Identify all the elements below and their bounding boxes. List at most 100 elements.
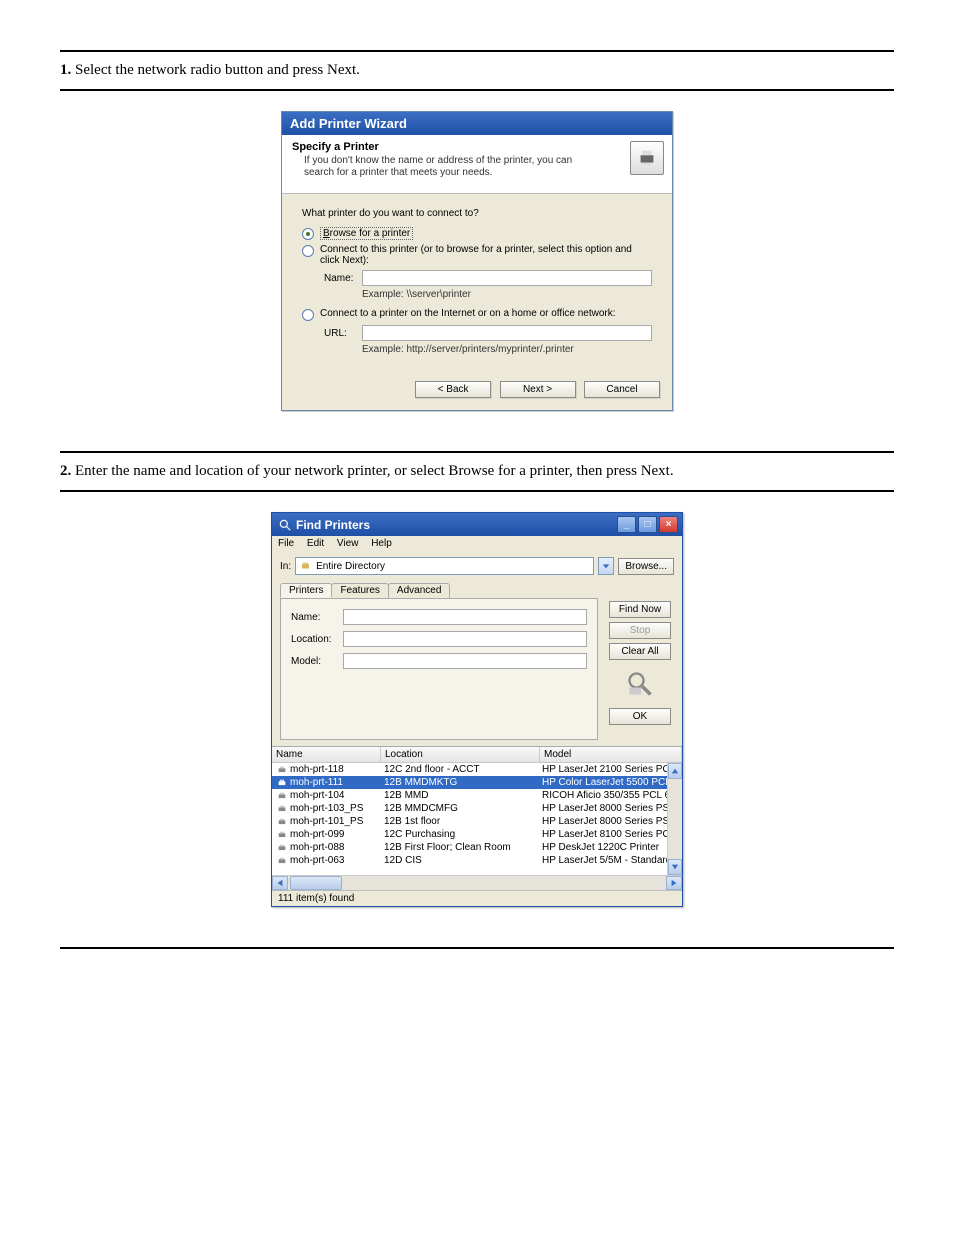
window-controls: _ □ ×: [617, 516, 678, 533]
wizard-titlebar: Add Printer Wizard: [282, 112, 672, 135]
form-location-label: Location:: [291, 634, 343, 645]
back-button[interactable]: < Back: [415, 381, 491, 398]
step-1: 1. Select the network radio button and p…: [60, 62, 894, 79]
list-header: Name Location Model: [272, 747, 682, 763]
col-location[interactable]: Location: [381, 747, 540, 762]
menu-edit[interactable]: Edit: [307, 538, 324, 549]
radio-browse-for-printer[interactable]: Browse for a printer: [302, 227, 652, 240]
divider-top: [60, 50, 894, 52]
menu-view[interactable]: View: [337, 538, 359, 549]
vertical-scrollbar[interactable]: [667, 763, 682, 875]
printer-icon: [276, 817, 288, 827]
cancel-button[interactable]: Cancel: [584, 381, 660, 398]
printer-icon: [276, 830, 288, 840]
list-item[interactable]: moh-prt-101_PS12B 1st floorHP LaserJet 8…: [272, 815, 682, 828]
divider-bottom: [60, 947, 894, 949]
printer-icon: [276, 765, 288, 775]
find-printers-screenshot: Find Printers _ □ × File Edit View Help …: [60, 512, 894, 907]
scroll-left-icon[interactable]: [272, 876, 288, 890]
list-item[interactable]: moh-prt-103_PS12B MMDCMFGHP LaserJet 800…: [272, 802, 682, 815]
printer-icon: [276, 791, 288, 801]
in-combobox-value: Entire Directory: [316, 561, 385, 572]
name-field-row: Name:: [324, 270, 652, 286]
find-now-button[interactable]: Find Now: [609, 601, 671, 618]
form-name-label: Name:: [291, 612, 343, 623]
horizontal-scrollbar[interactable]: [272, 875, 682, 890]
maximize-button[interactable]: □: [638, 516, 657, 533]
side-buttons: Find Now Stop Clear All OK: [606, 583, 674, 740]
printer-icon: [276, 843, 288, 853]
url-field-label: URL:: [324, 328, 362, 339]
tab-features[interactable]: Features: [331, 583, 388, 598]
menu-file[interactable]: File: [278, 538, 294, 549]
find-toolbar: In: Entire Directory Browse...: [272, 551, 682, 581]
wizard-body: What printer do you want to connect to? …: [282, 194, 672, 369]
scroll-thumb[interactable]: [290, 876, 342, 890]
form-name-input[interactable]: [343, 609, 587, 625]
in-combobox-arrow[interactable]: [598, 557, 614, 575]
menu-help[interactable]: Help: [371, 538, 392, 549]
form-model-label: Model:: [291, 656, 343, 667]
next-button[interactable]: Next >: [500, 381, 576, 398]
results-list: Name Location Model moh-prt-11812C 2nd f…: [272, 746, 682, 890]
browse-button[interactable]: Browse...: [618, 558, 674, 575]
radio-connect-by-url[interactable]: Connect to a printer on the Internet or …: [302, 308, 652, 321]
printer-icon: [276, 804, 288, 814]
radio-icon: [302, 309, 314, 321]
list-item[interactable]: moh-prt-06312D CISHP LaserJet 5/5M - Sta…: [272, 854, 682, 867]
directory-icon: [300, 560, 312, 572]
wizard-head-title: Specify a Printer: [292, 141, 662, 153]
list-item[interactable]: moh-prt-09912C PurchasingHP LaserJet 810…: [272, 828, 682, 841]
scroll-right-icon[interactable]: [666, 876, 682, 890]
form-model-input[interactable]: [343, 653, 587, 669]
divider-1: [60, 89, 894, 91]
radio-browse-label: Browse for a printer: [320, 227, 413, 240]
divider-3: [60, 490, 894, 492]
tabs-row: Printers Features Advanced: [280, 583, 598, 598]
wizard-button-row: < Back Next > Cancel: [282, 369, 672, 410]
list-item[interactable]: moh-prt-10412B MMDRICOH Aficio 350/355 P…: [272, 789, 682, 802]
list-item[interactable]: moh-prt-08812B First Floor; Clean RoomHP…: [272, 841, 682, 854]
step-2-num: 2.: [60, 463, 71, 479]
list-item[interactable]: moh-prt-11812C 2nd floor - ACCTHP LaserJ…: [272, 763, 682, 776]
find-title-text: Find Printers: [296, 518, 370, 532]
stop-button[interactable]: Stop: [609, 622, 671, 639]
radio-connect-by-name[interactable]: Connect to this printer (or to browse fo…: [302, 244, 652, 266]
tabs-area: Printers Features Advanced Name: Locatio…: [280, 583, 598, 740]
wizard-header: Specify a Printer If you don't know the …: [282, 135, 672, 194]
find-menubar: File Edit View Help: [272, 536, 682, 551]
radio-connect-url-label: Connect to a printer on the Internet or …: [320, 308, 616, 319]
status-bar: 111 item(s) found: [272, 890, 682, 906]
radio-connect-name-label: Connect to this printer (or to browse fo…: [320, 244, 652, 266]
radio-icon: [302, 245, 314, 257]
list-item[interactable]: moh-prt-11112B MMDMKTGHP Color LaserJet …: [272, 776, 682, 789]
wizard-head-subtitle: If you don't know the name or address of…: [304, 155, 604, 179]
form-location-input[interactable]: [343, 631, 587, 647]
tab-printers[interactable]: Printers: [280, 583, 332, 598]
minimize-button[interactable]: _: [617, 516, 636, 533]
col-model[interactable]: Model: [540, 747, 682, 762]
in-combobox[interactable]: Entire Directory: [295, 557, 594, 575]
step-2: 2. Enter the name and location of your n…: [60, 463, 894, 480]
find-printers-dialog: Find Printers _ □ × File Edit View Help …: [271, 512, 683, 907]
ok-button[interactable]: OK: [609, 708, 671, 725]
printer-wizard-icon: [630, 141, 664, 175]
url-input[interactable]: [362, 325, 652, 341]
name-input[interactable]: [362, 270, 652, 286]
find-side-icon: [626, 670, 654, 698]
col-name[interactable]: Name: [272, 747, 381, 762]
close-button[interactable]: ×: [659, 516, 678, 533]
step-1-num: 1.: [60, 62, 71, 78]
step-2-text: Enter the name and location of your netw…: [75, 463, 674, 479]
divider-2: [60, 451, 894, 453]
name-example: Example: \\server\printer: [362, 289, 652, 300]
clear-all-button[interactable]: Clear All: [609, 643, 671, 660]
name-field-label: Name:: [324, 273, 362, 284]
step-1-text: Select the network radio button and pres…: [75, 62, 360, 78]
scroll-down-icon[interactable]: [668, 859, 682, 875]
printer-icon: [276, 856, 288, 866]
scroll-up-icon[interactable]: [668, 763, 682, 779]
in-label: In:: [280, 561, 291, 572]
printer-icon: [276, 778, 288, 788]
tab-advanced[interactable]: Advanced: [388, 583, 450, 598]
